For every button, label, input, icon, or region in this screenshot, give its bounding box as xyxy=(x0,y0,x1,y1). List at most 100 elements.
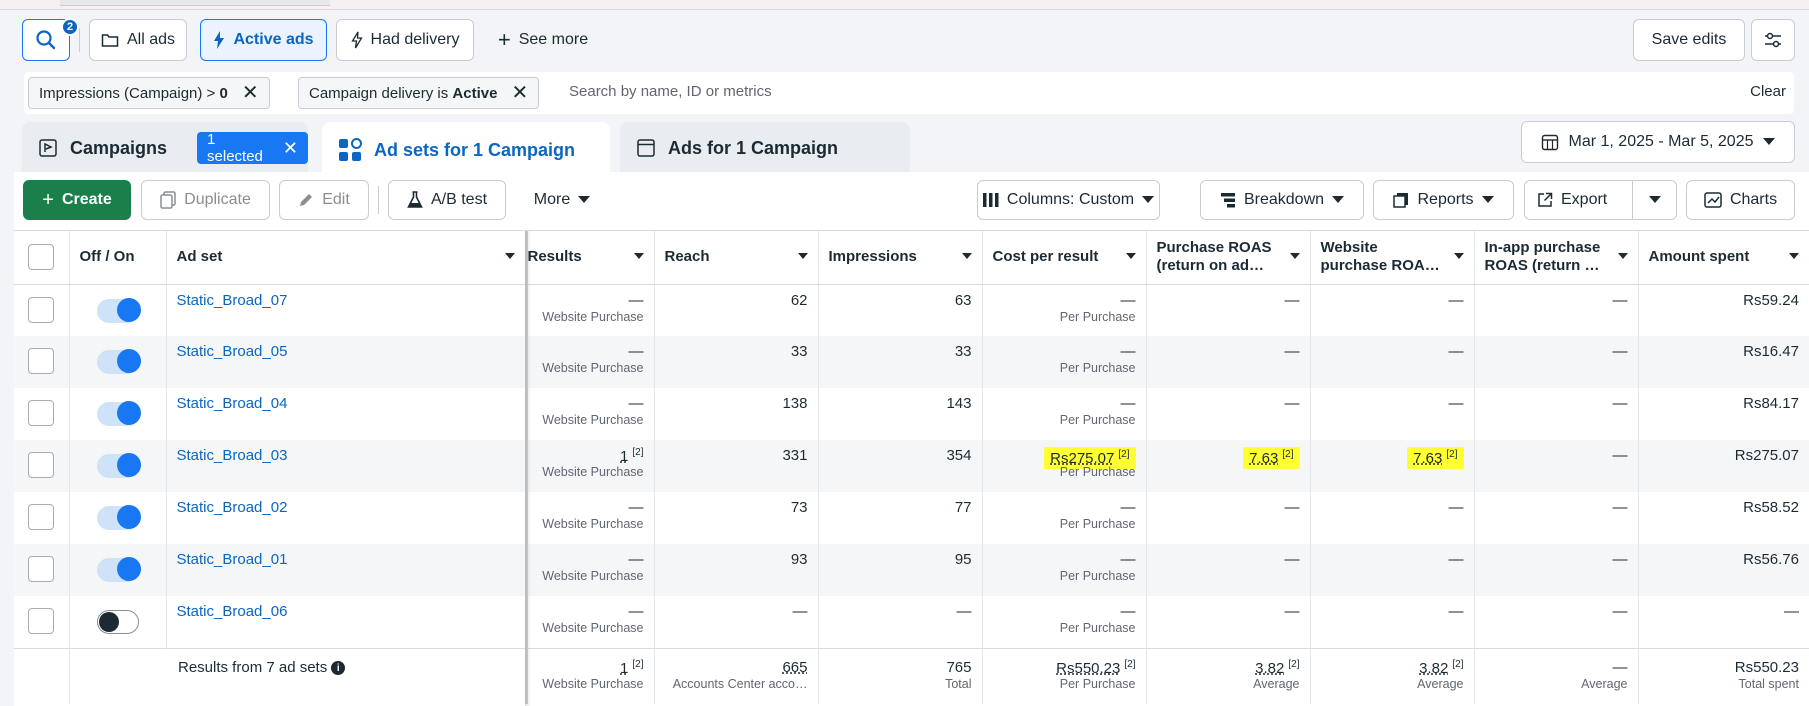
reports-dropdown[interactable]: Reports xyxy=(1373,180,1514,220)
delivery-toggle[interactable] xyxy=(96,453,141,478)
row-checkbox[interactable] xyxy=(28,608,55,634)
cpr-total-subtext: Per Purchase xyxy=(1059,676,1136,691)
table-row[interactable]: Static_Broad_02— Website Purchase 73 77— Per… xyxy=(14,492,1809,544)
tab-adsets[interactable]: Ad sets for 1 Campaign xyxy=(322,122,610,178)
adset-name-link[interactable]: Static_Broad_01 xyxy=(177,544,515,568)
tab-campaigns[interactable]: Campaigns 1 selected ✕ xyxy=(22,122,308,174)
more-dropdown[interactable]: More xyxy=(522,180,602,220)
header-website-roas[interactable]: Website purchase ROA… xyxy=(1310,231,1475,285)
header-amount-spent[interactable]: Amount spent xyxy=(1638,231,1809,285)
ab-test-button[interactable]: A/B test xyxy=(388,180,506,220)
results-value: — xyxy=(628,551,644,568)
row-checkbox[interactable] xyxy=(28,556,55,582)
columns-dropdown[interactable]: Columns: Custom xyxy=(977,180,1160,220)
cpr-cell: — Per Purchase xyxy=(982,596,1147,648)
delivery-toggle[interactable] xyxy=(96,557,141,582)
table-row[interactable]: Static_Broad_05— Website Purchase 33 33— Per… xyxy=(14,336,1809,388)
header-impressions[interactable]: Impressions xyxy=(818,231,983,285)
header-cpr-label: Cost per result xyxy=(992,247,1099,265)
impressions-value: 77 xyxy=(954,499,972,516)
save-edits-button[interactable]: Save edits xyxy=(1633,19,1745,61)
impressions-cell: 354 xyxy=(818,440,983,492)
reports-label: Reports xyxy=(1417,191,1474,208)
create-button[interactable]: + Create xyxy=(23,180,131,220)
table-row[interactable]: Static_Broad_06— Website Purchase — — — Per P… xyxy=(14,596,1809,648)
close-icon[interactable]: ✕ xyxy=(242,83,259,103)
export-dropdown-button[interactable] xyxy=(1634,181,1676,219)
sort-caret-icon[interactable] xyxy=(1125,253,1136,259)
search-filter-button[interactable]: 2 xyxy=(22,18,79,61)
table-row[interactable]: Static_Broad_03 1 [2] Website Purchase 331 35… xyxy=(14,440,1809,492)
sort-caret-icon[interactable] xyxy=(961,253,972,259)
delivery-toggle[interactable] xyxy=(96,610,139,634)
results-cell: — Website Purchase xyxy=(526,388,655,440)
selected-pill[interactable]: 1 selected ✕ xyxy=(197,131,308,165)
clear-filters-link[interactable]: Clear xyxy=(1750,83,1786,100)
close-icon[interactable]: ✕ xyxy=(511,83,528,103)
cpr-value: — xyxy=(1120,291,1136,309)
adset-name-link[interactable]: Static_Broad_04 xyxy=(177,388,515,412)
adset-name-link[interactable]: Static_Broad_03 xyxy=(177,440,515,464)
sort-caret-icon[interactable] xyxy=(1789,253,1799,259)
select-all-checkbox[interactable] xyxy=(28,244,55,271)
sort-caret-icon[interactable] xyxy=(1453,253,1464,259)
adset-name-link[interactable]: Static_Broad_07 xyxy=(177,285,515,309)
pencil-icon xyxy=(298,192,314,208)
search-input[interactable]: Search by name, ID or metrics xyxy=(569,83,772,100)
more-label: More xyxy=(533,191,571,208)
cpr-value: — xyxy=(1120,343,1136,360)
charts-button[interactable]: Charts xyxy=(1686,180,1795,220)
delivery-toggle[interactable] xyxy=(96,505,141,530)
row-checkbox[interactable] xyxy=(28,504,55,530)
duplicate-icon xyxy=(160,191,176,209)
active-ads-button[interactable]: Active ads xyxy=(200,19,327,61)
header-purchase-roas[interactable]: Purchase ROAS (return on ad… xyxy=(1146,231,1311,285)
header-cpr[interactable]: Cost per result xyxy=(982,231,1147,285)
row-checkbox[interactable] xyxy=(28,296,55,323)
duplicate-button[interactable]: Duplicate xyxy=(141,180,270,220)
row-select-cell xyxy=(14,336,70,388)
reach-value: 331 xyxy=(782,447,808,464)
row-checkbox[interactable] xyxy=(28,400,55,426)
date-range-label: Mar 1, 2025 - Mar 5, 2025 xyxy=(1568,133,1754,150)
row-checkbox[interactable] xyxy=(28,348,55,374)
adset-name-link[interactable]: Static_Broad_02 xyxy=(177,492,515,516)
delivery-toggle[interactable] xyxy=(96,297,141,323)
sort-caret-icon[interactable] xyxy=(1617,253,1628,259)
sort-caret-icon[interactable] xyxy=(797,253,808,259)
adset-name-link[interactable]: Static_Broad_06 xyxy=(177,596,515,620)
sort-caret-icon[interactable] xyxy=(504,253,515,259)
tab-ads[interactable]: Ads for 1 Campaign xyxy=(620,122,910,174)
footer-label-cell: Results from 7 ad sets i xyxy=(166,647,528,704)
table-row[interactable]: Static_Broad_01— Website Purchase 93 95— Per… xyxy=(14,544,1809,596)
header-reach[interactable]: Reach xyxy=(654,231,819,285)
highlight-mark: 7.63 [2] xyxy=(1407,447,1464,469)
sort-caret-icon[interactable] xyxy=(1289,253,1300,259)
all-ads-button[interactable]: All ads xyxy=(89,19,187,61)
results-value: 1 xyxy=(620,448,629,465)
delivery-toggle[interactable] xyxy=(96,401,141,426)
header-inapp-roas[interactable]: In-app purchase ROAS (return … xyxy=(1474,231,1639,285)
table-row[interactable]: Static_Broad_04— Website Purchase 138 143— P… xyxy=(14,388,1809,440)
close-icon[interactable]: ✕ xyxy=(283,138,298,159)
website-roas-cell: — xyxy=(1310,596,1475,648)
adset-name-link[interactable]: Static_Broad_05 xyxy=(177,336,515,360)
results-cell: 1 [2] Website Purchase xyxy=(526,440,655,492)
row-checkbox[interactable] xyxy=(28,452,55,478)
sort-caret-icon[interactable] xyxy=(633,253,644,259)
date-range-picker[interactable]: Mar 1, 2025 - Mar 5, 2025 xyxy=(1521,121,1795,163)
edit-button[interactable]: Edit xyxy=(279,180,369,220)
filter-chip-delivery[interactable]: Campaign delivery is Active ✕ xyxy=(298,77,540,109)
see-more-button[interactable]: + See more xyxy=(488,19,598,61)
breakdown-dropdown[interactable]: Breakdown xyxy=(1200,180,1364,220)
header-results[interactable]: Results xyxy=(526,231,655,285)
reach-value: — xyxy=(792,603,808,620)
header-adset[interactable]: Ad set xyxy=(166,231,528,285)
delivery-toggle[interactable] xyxy=(96,349,141,374)
info-icon[interactable]: i xyxy=(331,661,346,675)
settings-sliders-button[interactable] xyxy=(1751,19,1795,61)
had-delivery-button[interactable]: Had delivery xyxy=(336,19,474,61)
table-row[interactable]: Static_Broad_07— Website Purchase 62 63— Per… xyxy=(14,284,1809,336)
filter-chip-impressions[interactable]: Impressions (Campaign) > 0 ✕ xyxy=(28,77,270,109)
header-onoff[interactable]: Off / On xyxy=(69,231,167,285)
